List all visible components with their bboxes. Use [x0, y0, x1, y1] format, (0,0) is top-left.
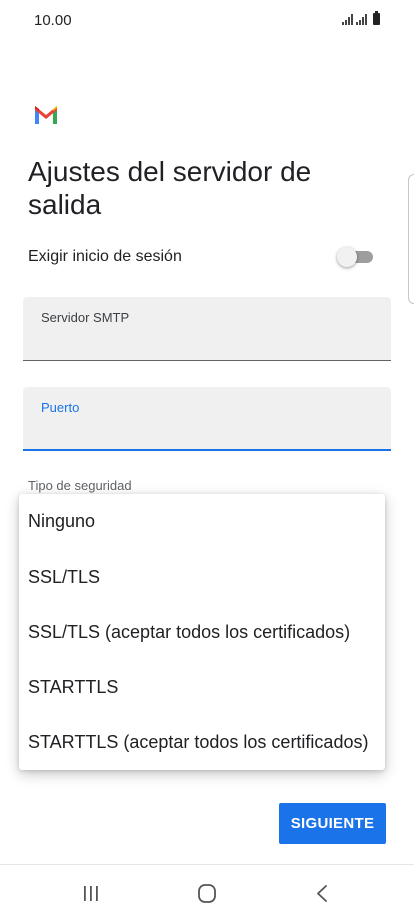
- security-option-ssl-tls[interactable]: SSL/TLS: [19, 550, 385, 605]
- signal-icon: [356, 13, 367, 25]
- toggle-thumb: [337, 247, 357, 267]
- back-icon[interactable]: [302, 879, 342, 907]
- signal-icon: [342, 13, 353, 25]
- gmail-logo-icon: [35, 106, 57, 124]
- status-time: 10.00: [34, 12, 72, 29]
- next-button[interactable]: SIGUIENTE: [279, 803, 386, 844]
- security-option-none[interactable]: Ninguno: [19, 494, 385, 549]
- smtp-server-input[interactable]: [41, 331, 371, 353]
- navigation-bar: [0, 865, 414, 920]
- port-field[interactable]: Puerto: [23, 387, 391, 451]
- port-label: Puerto: [41, 400, 80, 415]
- require-login-toggle[interactable]: [337, 247, 373, 267]
- security-type-label: Tipo de seguridad: [28, 478, 132, 493]
- status-icons: [342, 11, 380, 25]
- security-option-ssl-tls-accept-all[interactable]: SSL/TLS (aceptar todos los certificados): [19, 605, 385, 660]
- require-login-label: Exigir inicio de sesión: [28, 248, 182, 265]
- port-input[interactable]: [41, 421, 371, 443]
- recents-icon[interactable]: [71, 879, 111, 907]
- home-icon[interactable]: [187, 879, 227, 907]
- smtp-server-field[interactable]: Servidor SMTP: [23, 297, 391, 361]
- require-login-row: Exigir inicio de sesión: [28, 246, 378, 268]
- security-option-starttls-accept-all[interactable]: STARTTLS (aceptar todos los certificados…: [19, 715, 385, 770]
- security-type-dropdown: Ninguno SSL/TLS SSL/TLS (aceptar todos l…: [19, 494, 385, 770]
- page-title: Ajustes del servidor de salida: [28, 156, 312, 220]
- status-bar: 10.00: [0, 0, 414, 40]
- smtp-server-label: Servidor SMTP: [41, 310, 130, 325]
- security-option-starttls[interactable]: STARTTLS: [19, 660, 385, 715]
- battery-icon: [373, 11, 380, 25]
- scroll-handle[interactable]: [408, 174, 414, 304]
